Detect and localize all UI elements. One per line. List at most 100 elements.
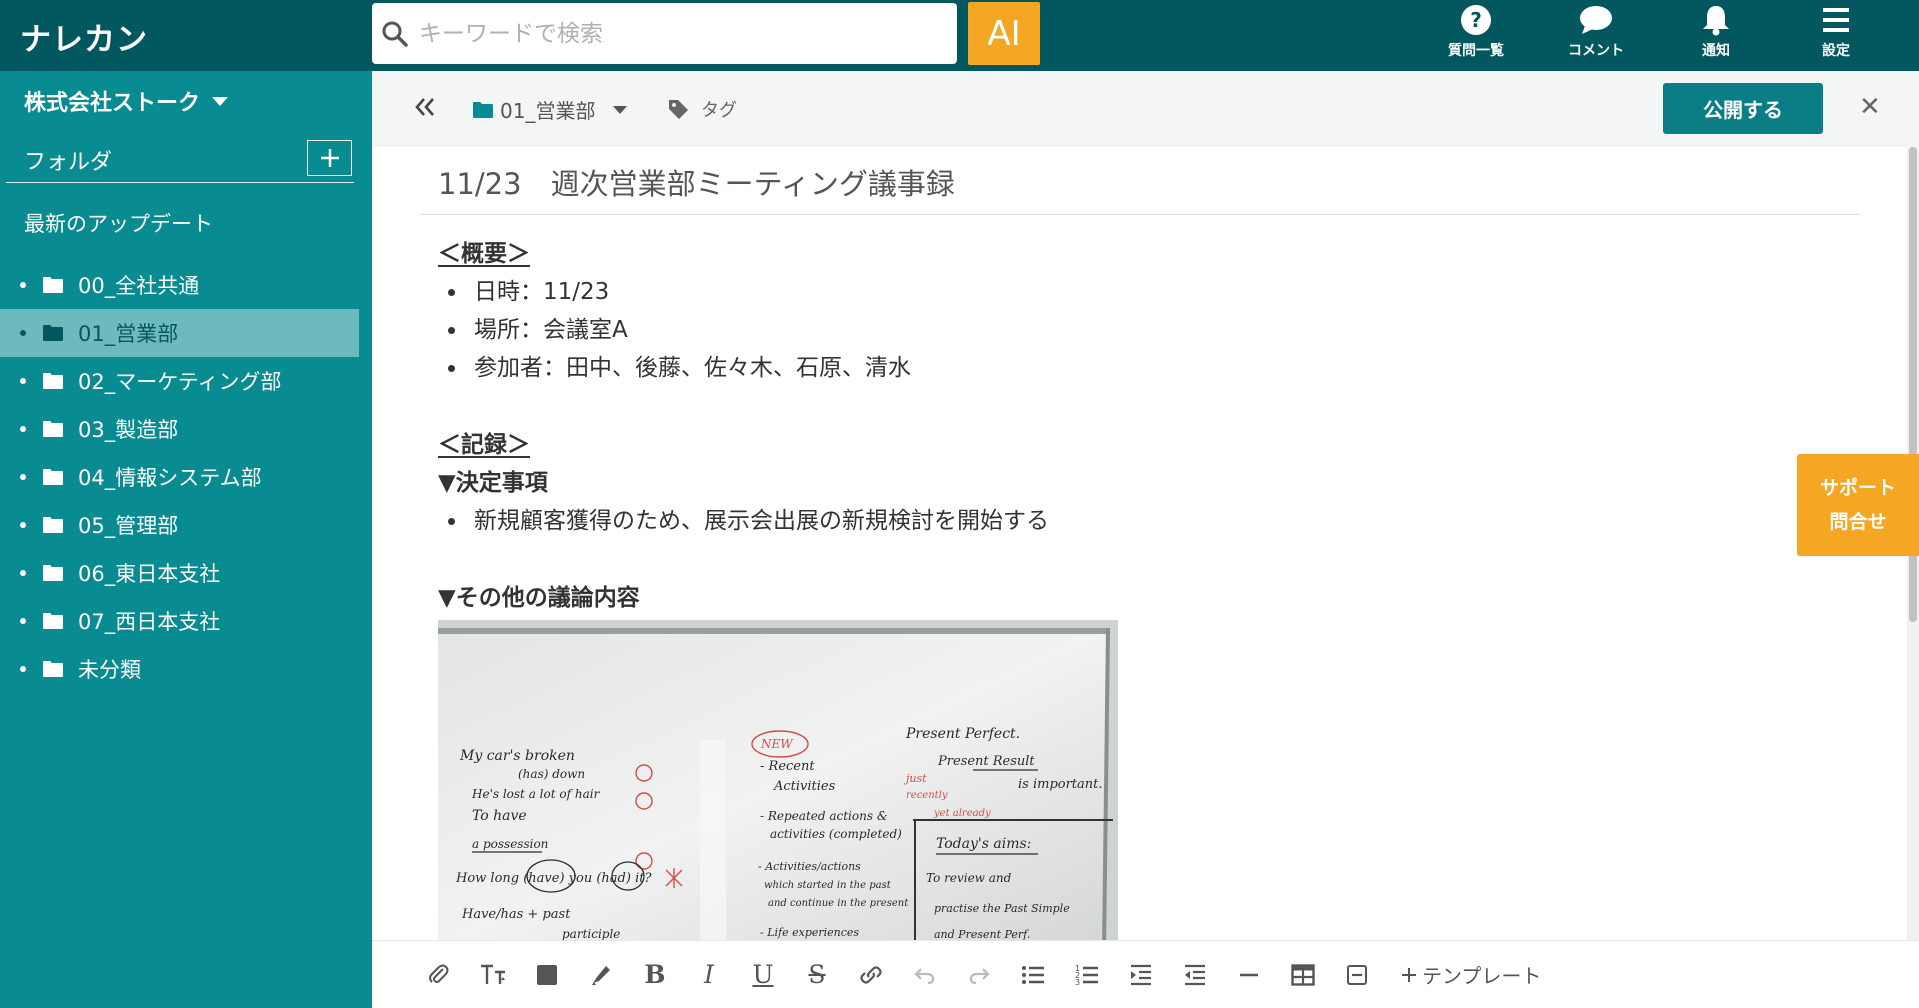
folder-list: 00_全社共通 01_営業部 02_マーケティング部 03_製造部 04_情報シ… — [0, 261, 359, 693]
strikethrough-icon[interactable]: S — [790, 955, 844, 995]
nav-notifications-label: 通知 — [1702, 43, 1730, 59]
nav-questions[interactable]: ? 質問一覧 — [1426, 4, 1526, 66]
sidebar-folder-item[interactable]: 未分類 — [0, 645, 359, 693]
overview-list: 日時：11/23 場所：会議室A 参加者：田中、後藤、佐々木、石原、清水 — [438, 273, 1838, 387]
collapse-block-icon[interactable] — [1330, 955, 1384, 995]
folder-icon — [43, 517, 63, 533]
folder-icon — [43, 613, 63, 629]
folder-divider — [6, 182, 354, 183]
add-folder-button[interactable] — [307, 140, 352, 176]
folder-label: 03_製造部 — [78, 418, 179, 442]
sidebar-folder-item[interactable]: 03_製造部 — [0, 405, 359, 453]
folder-label: 06_東日本支社 — [78, 562, 221, 586]
outdent-icon[interactable] — [1168, 955, 1222, 995]
folder-label: 01_営業部 — [78, 322, 179, 346]
wb-left-line: a possession — [472, 837, 548, 851]
menu-icon — [1823, 8, 1849, 32]
bullet-dot — [20, 570, 26, 576]
plus-icon — [320, 149, 339, 167]
folder-icon — [43, 373, 63, 389]
folder-label: 02_マーケティング部 — [78, 370, 282, 394]
bullet-dot — [20, 666, 26, 672]
bullet-list-icon[interactable] — [1006, 955, 1060, 995]
wb-left-line: participle — [562, 927, 620, 940]
list-item: 新規顧客獲得のため、展示会出展の新規検討を開始する — [438, 502, 1838, 540]
numbered-list-icon[interactable]: 123 — [1060, 955, 1114, 995]
folder-label: 07_西日本支社 — [78, 610, 221, 634]
company-name: 株式会社ストーク — [24, 91, 201, 116]
sidebar-folder-item[interactable]: 07_西日本支社 — [0, 597, 359, 645]
bullet-dot — [20, 330, 26, 336]
wb-left-line: How long (have) you (had) it? — [455, 871, 652, 886]
highlight-icon[interactable] — [574, 955, 628, 995]
bold-icon[interactable]: B — [628, 955, 682, 995]
wb-right-line: Present Result — [937, 754, 1035, 769]
wb-center-line: and continue in the present — [768, 898, 909, 909]
nav-settings-label: 設定 — [1822, 43, 1850, 59]
sidebar-folder-item[interactable]: 05_管理部 — [0, 501, 359, 549]
folder-icon — [43, 277, 63, 293]
wb-center-line: Activities — [773, 779, 836, 794]
folder-breadcrumb[interactable]: 01_営業部 — [472, 95, 628, 124]
folder-icon — [43, 661, 63, 677]
nav-comments[interactable]: コメント — [1546, 4, 1646, 66]
list-item: 日時：11/23 — [438, 273, 1838, 311]
horizontal-rule-icon[interactable] — [1222, 955, 1276, 995]
wb-left-line: He's lost a lot of hair — [471, 787, 601, 801]
search-box[interactable] — [372, 3, 957, 64]
underline-icon[interactable]: U — [736, 955, 790, 995]
sidebar-folder-item[interactable]: 02_マーケティング部 — [0, 357, 359, 405]
table-icon[interactable] — [1276, 955, 1330, 995]
whiteboard-photo[interactable]: My car's broken (has) down He's lost a l… — [438, 620, 1118, 940]
tag-label: タグ — [701, 100, 737, 121]
indent-icon[interactable] — [1114, 955, 1168, 995]
template-button[interactable]: テンプレート — [1400, 960, 1541, 989]
sidebar-folder-item[interactable]: 06_東日本支社 — [0, 549, 359, 597]
company-selector[interactable]: 株式会社ストーク — [24, 85, 229, 117]
wb-center-line: - Life experiences — [760, 926, 859, 939]
folder-icon — [43, 565, 63, 581]
document-content[interactable]: 11/23 週次営業部ミーティング議事録 ＜概要＞ 日時：11/23 場所：会議… — [372, 147, 1907, 940]
document-body[interactable]: ＜概要＞ 日時：11/23 場所：会議室A 参加者：田中、後藤、佐々木、石原、清… — [438, 235, 1838, 617]
decisions-list: 新規顧客獲得のため、展示会出展の新規検討を開始する — [438, 502, 1838, 540]
latest-updates-link[interactable]: 最新のアップデート — [24, 208, 213, 238]
italic-icon[interactable]: I — [682, 955, 736, 995]
undo-icon[interactable] — [898, 955, 952, 995]
wb-right-line: Present Perfect. — [905, 726, 1020, 742]
wb-right-line: just — [903, 772, 927, 785]
wb-left-line: My car's broken — [459, 748, 575, 764]
app-logo[interactable]: ナレカン — [20, 14, 148, 59]
folder-icon — [43, 469, 63, 485]
whiteboard-image: My car's broken (has) down He's lost a l… — [438, 620, 1118, 940]
sidebar-folder-item[interactable]: 00_全社共通 — [0, 261, 359, 309]
close-icon[interactable]: ✕ — [1859, 92, 1881, 122]
document-title[interactable]: 11/23 週次営業部ミーティング議事録 — [438, 161, 955, 203]
folder-label: 00_全社共通 — [78, 274, 200, 298]
wb-center-line: activities (completed) — [770, 827, 902, 841]
redo-icon[interactable] — [952, 955, 1006, 995]
ai-button[interactable]: AI — [968, 2, 1040, 65]
text-color-icon[interactable] — [520, 955, 574, 995]
publish-button[interactable]: 公開する — [1663, 83, 1823, 134]
link-icon[interactable] — [844, 955, 898, 995]
search-icon — [382, 21, 408, 47]
support-contact-button[interactable]: サポート 問合せ — [1797, 454, 1919, 556]
nav-notifications[interactable]: 通知 — [1666, 4, 1766, 66]
folder-label: 未分類 — [78, 658, 141, 682]
bullet-dot — [20, 378, 26, 384]
sidebar-folder-item-active[interactable]: 01_営業部 — [0, 309, 359, 357]
question-icon: ? — [1461, 5, 1491, 35]
collapse-sidebar-button[interactable] — [413, 95, 437, 123]
tag-button[interactable]: タグ — [667, 96, 737, 122]
wb-center-line: - Recent — [760, 759, 815, 774]
double-chevron-left-icon — [415, 98, 434, 116]
svg-text:?: ? — [1470, 8, 1482, 32]
search-input[interactable] — [419, 20, 919, 47]
text-size-icon[interactable] — [466, 955, 520, 995]
attach-icon[interactable] — [412, 955, 466, 995]
sidebar-folder-item[interactable]: 04_情報システム部 — [0, 453, 359, 501]
editor-header: 01_営業部 タグ 公開する ✕ — [372, 71, 1919, 147]
nav-settings[interactable]: 設定 — [1786, 4, 1886, 66]
wb-center-line: - Repeated actions & — [760, 809, 888, 823]
wb-center-line: - Activities/actions — [758, 860, 861, 873]
